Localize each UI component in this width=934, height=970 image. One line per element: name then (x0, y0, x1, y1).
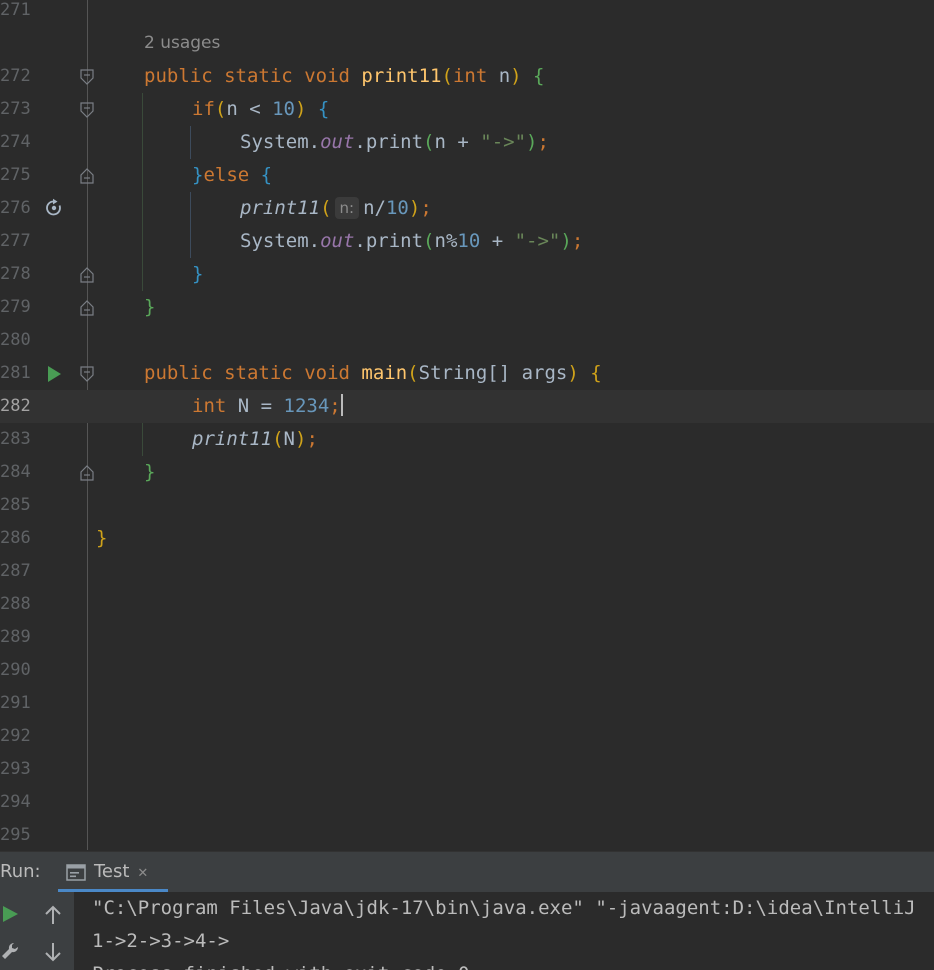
run-tab-test[interactable]: Test ✕ (58, 852, 168, 892)
arrow-up-icon[interactable] (41, 903, 65, 927)
code-line-279[interactable]: 279 } (0, 291, 934, 324)
code-line-295[interactable]: 295 (0, 819, 934, 850)
code-line-285[interactable]: 285 (0, 489, 934, 522)
line-number: 294 (0, 792, 31, 812)
line-number: 273 (0, 99, 31, 119)
code-text: System.out.print(n%10 + "->"); (240, 230, 584, 252)
line-number: 283 (0, 429, 31, 449)
code-line-289[interactable]: 289 (0, 621, 934, 654)
code-line-277[interactable]: 277 System.out.print(n%10 + "->"); (0, 225, 934, 258)
line-number: 290 (0, 660, 31, 680)
line-number: 288 (0, 594, 31, 614)
run-toolbar (0, 892, 74, 970)
close-icon[interactable]: ✕ (138, 852, 148, 892)
line-number: 272 (0, 66, 31, 86)
fold-marker-icon[interactable] (80, 102, 94, 118)
console-line: "C:\Program Files\Java\jdk-17\bin\java.e… (92, 897, 916, 919)
fold-marker-icon[interactable] (80, 465, 94, 481)
line-number: 274 (0, 132, 31, 152)
fold-marker-icon[interactable] (80, 366, 94, 382)
code-line-274[interactable]: 274 System.out.print(n + "->"); (0, 126, 934, 159)
code-line-278[interactable]: 278 } (0, 258, 934, 291)
text-caret (340, 394, 343, 416)
console-output[interactable]: "C:\Program Files\Java\jdk-17\bin\java.e… (92, 892, 934, 970)
code-text: int N = 1234; (192, 394, 343, 417)
code-line-273[interactable]: 273 if(n < 10) { (0, 93, 934, 126)
run-panel-body: "C:\Program Files\Java\jdk-17\bin\java.e… (0, 892, 934, 970)
line-number: 284 (0, 462, 31, 482)
recursion-icon[interactable] (44, 198, 64, 218)
code-line-283[interactable]: 283 print11(N); (0, 423, 934, 456)
run-panel-label: Run: (0, 861, 41, 882)
line-number: 278 (0, 264, 31, 284)
line-number: 289 (0, 627, 31, 647)
line-number: 295 (0, 825, 31, 845)
arrow-down-icon[interactable] (41, 940, 65, 964)
code-line-280[interactable]: 280 (0, 324, 934, 357)
line-number: 282 (0, 396, 31, 416)
code-line-276[interactable]: 276 print11(n: n/10); (0, 192, 934, 225)
usages-hint[interactable]: 2 usages (144, 28, 220, 58)
line-number: 279 (0, 297, 31, 317)
line-number: 293 (0, 759, 31, 779)
run-panel-header: Run: Test ✕ (0, 851, 934, 892)
fold-marker-icon[interactable] (80, 168, 94, 184)
code-text: if(n < 10) { (192, 98, 330, 120)
line-number: 287 (0, 561, 31, 581)
console-line: Process finished with exit code 0 (92, 958, 934, 970)
fold-marker-icon[interactable] (80, 300, 94, 316)
line-number: 285 (0, 495, 31, 515)
code-line-271[interactable]: 271 (0, 0, 934, 27)
code-line-281[interactable]: 281 public static void main(String[] arg… (0, 357, 934, 390)
code-text: } (144, 461, 156, 483)
code-line-282[interactable]: 282 int N = 1234; (0, 390, 934, 423)
code-line-288[interactable]: 288 (0, 588, 934, 621)
code-line-293[interactable]: 293 (0, 753, 934, 786)
code-text: } (96, 527, 108, 549)
line-number: 276 (0, 198, 31, 218)
code-line-292[interactable]: 292 (0, 720, 934, 753)
code-text: } (144, 296, 156, 318)
fold-marker-icon[interactable] (80, 69, 94, 85)
code-text: print11(n: n/10); (240, 197, 432, 219)
line-number: 275 (0, 165, 31, 185)
code-text: public static void main(String[] args) { (144, 362, 602, 384)
line-number: 277 (0, 231, 31, 251)
code-text: public static void print11(int n) { (144, 65, 545, 87)
code-line-284[interactable]: 284 } (0, 456, 934, 489)
code-editor[interactable]: 271 2 usages 272 public static void prin… (0, 0, 934, 850)
console-icon (66, 864, 86, 885)
line-number: 286 (0, 528, 31, 548)
line-number: 281 (0, 363, 31, 383)
line-number: 292 (0, 726, 31, 746)
console-line: 1->2->3->4-> (92, 930, 230, 952)
code-text: } (192, 263, 204, 285)
fold-marker-icon[interactable] (80, 267, 94, 283)
code-line-287[interactable]: 287 (0, 555, 934, 588)
rerun-icon[interactable] (0, 903, 24, 927)
code-line-290[interactable]: 290 (0, 654, 934, 687)
code-line-272[interactable]: 272 public static void print11(int n) { (0, 60, 934, 93)
code-line-294[interactable]: 294 (0, 786, 934, 819)
wrench-icon[interactable] (0, 940, 24, 964)
run-gutter-icon[interactable] (44, 364, 64, 384)
line-number: 291 (0, 693, 31, 713)
run-tab-label: Test (94, 861, 130, 882)
line-number: 280 (0, 330, 31, 350)
code-text: print11(N); (192, 428, 318, 450)
parameter-hint: n: (334, 197, 360, 219)
line-number: 271 (0, 0, 31, 20)
code-line-291[interactable]: 291 (0, 687, 934, 720)
code-text: }else { (192, 164, 273, 186)
code-line-286[interactable]: 286 } (0, 522, 934, 555)
code-line-275[interactable]: 275 }else { (0, 159, 934, 192)
code-text: System.out.print(n + "->"); (240, 131, 549, 153)
